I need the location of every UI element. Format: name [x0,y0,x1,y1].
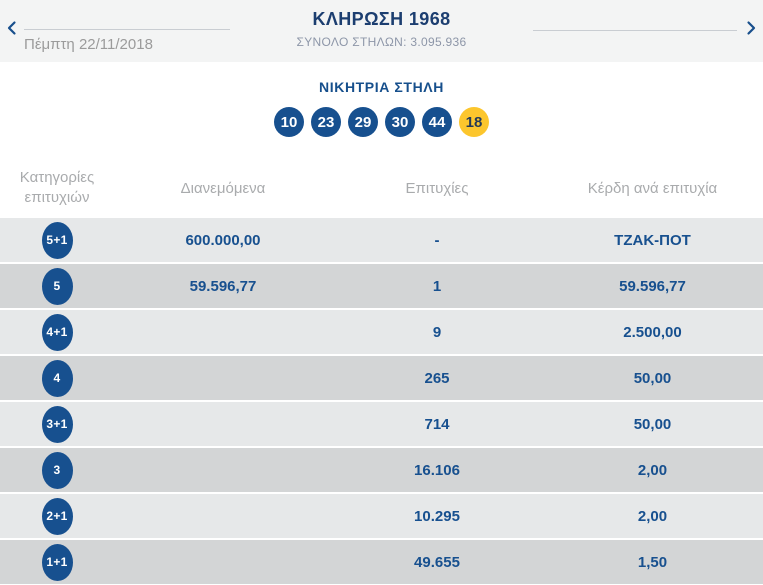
winning-number-ball: 10 [274,107,304,137]
column-header-winners: Επιτυχίες [405,179,469,197]
winners-cell: 9 [432,323,442,341]
next-draw-button[interactable] [743,20,759,36]
prize-cell: 1,50 [637,553,668,571]
category-badge: 3 [41,451,73,489]
winners-cell: 49.655 [414,553,460,571]
table-row: 5 59.596,77 1 59.596,77 [0,264,763,308]
table-row: 3 16.106 2,00 [0,448,763,492]
winners-cell: - [434,231,440,249]
prize-table: Κατηγορίες επιτυχιών Διανεμόμενα Επιτυχί… [0,160,763,584]
previous-draw-button[interactable] [4,20,20,36]
winners-cell: 265 [424,369,450,387]
column-header-category: Κατηγορίες επιτυχιών [19,168,95,206]
category-cell: 1+1 [0,543,114,581]
winners-cell: 1 [432,277,442,295]
winning-column-section: ΝΙΚΗΤΡΙΑ ΣΤΗΛΗ 10 23 29 30 44 18 [0,62,763,160]
distributed-cell: 59.596,77 [189,277,257,295]
bonus-number-ball: 18 [459,107,489,137]
prize-table-body: 5+1 600.000,00 - ΤΖΑΚ-ΠΟΤ 5 59.596,77 1 59.596,… [0,218,763,584]
table-row: 3+1 714 50,00 [0,402,763,446]
category-cell: 4 [0,359,114,397]
prize-cell: 50,00 [633,369,672,387]
winners-cell: 714 [424,415,450,433]
winning-number-ball: 30 [385,107,415,137]
category-cell: 2+1 [0,497,114,535]
category-cell: 3 [0,451,114,489]
prize-cell: ΤΖΑΚ-ΠΟΤ [614,231,691,249]
winning-number-ball: 44 [422,107,452,137]
category-badge: 5 [41,267,73,305]
table-row: 1+1 49.655 1,50 [0,540,763,584]
category-badge: 4 [41,359,73,397]
column-header-distributed: Διανεμόμενα [180,179,266,197]
prize-cell: 2,00 [637,507,668,525]
total-columns: ΣΥΝΟΛΟ ΣΤΗΛΩΝ: 3.095.936 [296,35,467,49]
category-cell: 3+1 [0,405,114,443]
prize-table-header: Κατηγορίες επιτυχιών Διανεμόμενα Επιτυχί… [0,160,763,216]
category-badge: 5+1 [41,221,73,259]
distributed-cell: 600.000,00 [185,231,261,249]
draw-navigation-bar: Πέμπτη 22/11/2018 ΚΛΗΡΩΣΗ 1968 ΣΥΝΟΛΟ ΣΤ… [0,0,763,62]
winning-numbers: 10 23 29 30 44 18 [0,107,763,137]
prize-cell: 50,00 [633,415,672,433]
draw-date: Πέμπτη 22/11/2018 [24,36,153,53]
table-row: 2+1 10.295 2,00 [0,494,763,538]
category-badge: 3+1 [41,405,73,443]
left-divider-line [24,29,230,30]
winners-cell: 10.295 [414,507,460,525]
category-cell: 5 [0,267,114,305]
winning-number-ball: 29 [348,107,378,137]
draw-title: ΚΛΗΡΩΣΗ 1968 [312,9,451,29]
category-badge: 2+1 [41,497,73,535]
table-row: 4+1 9 2.500,00 [0,310,763,354]
prize-cell: 2.500,00 [623,323,682,341]
table-row: 4 265 50,00 [0,356,763,400]
table-row: 5+1 600.000,00 - ΤΖΑΚ-ΠΟΤ [0,218,763,262]
winning-column-label: ΝΙΚΗΤΡΙΑ ΣΤΗΛΗ [319,79,444,95]
column-header-prize: Κέρδη ανά επιτυχία [587,179,718,197]
chevron-right-icon [743,20,759,36]
prize-cell: 59.596,77 [619,277,686,295]
winners-cell: 16.106 [414,461,460,479]
chevron-left-icon [4,20,20,36]
category-cell: 5+1 [0,221,114,259]
winning-number-ball: 23 [311,107,341,137]
category-badge: 4+1 [41,313,73,351]
right-divider-line [533,30,737,31]
prize-cell: 2,00 [637,461,668,479]
category-badge: 1+1 [41,543,73,581]
category-cell: 4+1 [0,313,114,351]
